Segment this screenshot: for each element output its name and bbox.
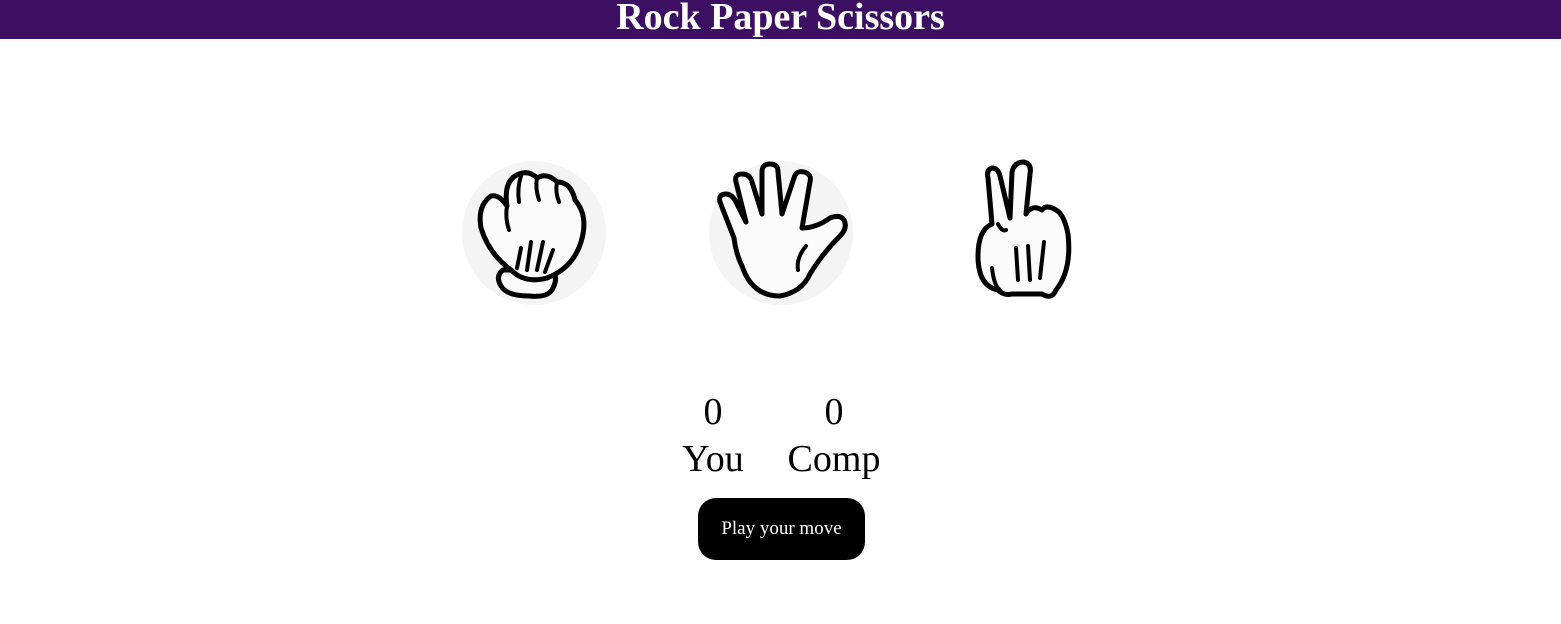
paper-open-hand-icon [709, 161, 853, 305]
scoreboard: 0 You 0 Comp [0, 390, 1561, 485]
choice-paper[interactable] [706, 158, 856, 308]
user-score: 0 [703, 391, 723, 433]
status-message-button[interactable]: Play your move [698, 498, 865, 560]
app-header: Rock Paper Scissors [0, 0, 1561, 39]
page-title: Rock Paper Scissors [616, 0, 945, 38]
choices-container [0, 158, 1561, 308]
choice-rock[interactable] [459, 158, 609, 308]
comp-score: 0 [824, 391, 844, 433]
scissors-two-fingers-icon [975, 159, 1072, 299]
choice-scissors[interactable] [952, 158, 1102, 308]
user-score-label: You [682, 438, 744, 480]
comp-score-label: Comp [787, 438, 881, 480]
rock-fist-icon [462, 161, 606, 305]
user-score-block: 0 You [643, 390, 783, 484]
comp-score-block: 0 Comp [764, 390, 904, 484]
